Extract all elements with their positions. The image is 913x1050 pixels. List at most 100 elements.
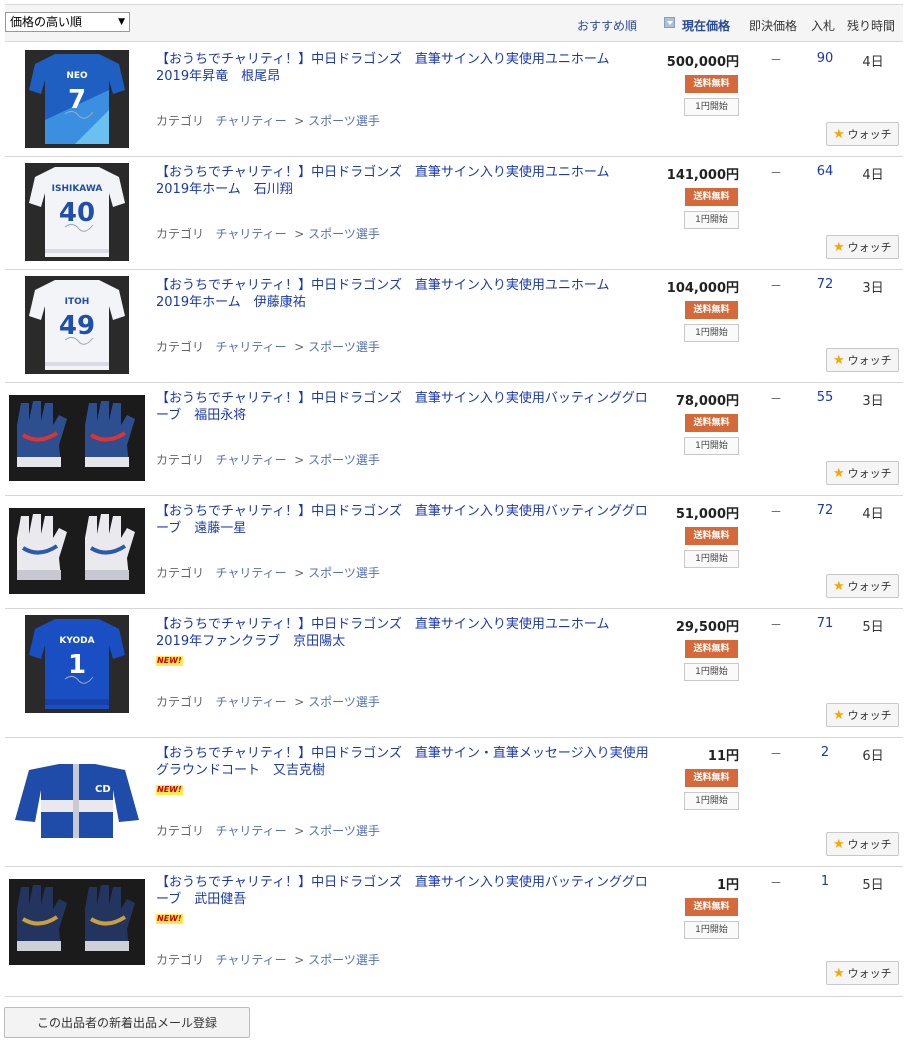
col-bids[interactable]: 入札 xyxy=(811,17,835,34)
category-link-sports[interactable]: スポーツ選手 xyxy=(308,953,380,967)
category-link-charity[interactable]: チャリティー xyxy=(215,453,286,467)
free-shipping-badge: 送料無料 xyxy=(685,898,738,916)
listing-row: ISHIKAWA 40 【おうちでチャリティ！】中日ドラゴンズ 直筆サイン入り実… xyxy=(5,157,903,270)
bid-count-link[interactable]: 90 xyxy=(805,51,845,66)
category-link-sports[interactable]: スポーツ選手 xyxy=(308,227,380,241)
category-link-sports[interactable]: スポーツ選手 xyxy=(308,695,380,709)
current-price: 78,000円 xyxy=(675,394,739,409)
listing-row: 【おうちでチャリティ！】中日ドラゴンズ 直筆サイン入り実使用バッティンググローブ… xyxy=(5,867,903,997)
seller-subscribe-button[interactable]: この出品者の新着出品メール登録 xyxy=(4,1007,250,1038)
watch-button[interactable]: ★ ウォッチ xyxy=(826,574,899,598)
jersey-name: KYODA xyxy=(59,636,94,646)
start-price-badge: 1円開始 xyxy=(684,211,739,229)
category-link-sports[interactable]: スポーツ選手 xyxy=(308,566,380,580)
listing-category: カテゴリ チャリティー > スポーツ選手 xyxy=(156,824,380,838)
listing-thumbnail[interactable]: CD xyxy=(5,738,145,866)
watch-button[interactable]: ★ ウォッチ xyxy=(826,461,899,485)
listing-thumbnail[interactable] xyxy=(5,867,145,996)
bid-count-link[interactable]: 2 xyxy=(805,745,845,760)
category-link-charity[interactable]: チャリティー xyxy=(215,695,286,709)
bid-count-link[interactable]: 72 xyxy=(805,277,845,292)
buyout-price: － xyxy=(770,618,783,632)
bid-count-link[interactable]: 64 xyxy=(805,164,845,179)
listing-title-link[interactable]: 【おうちでチャリティ！】中日ドラゴンズ 直筆サイン入り実使用ユニホーム 2019… xyxy=(156,51,651,85)
sort-recommended-link[interactable]: おすすめ順 xyxy=(577,17,637,34)
listing-category: カテゴリ チャリティー > スポーツ選手 xyxy=(156,953,380,967)
listing-row: CD 【おうちでチャリティ！】中日ドラゴンズ 直筆サイン・直筆メッセージ入り実使… xyxy=(5,738,903,867)
listing-category: カテゴリ チャリティー > スポーツ選手 xyxy=(156,453,380,467)
start-price-badge: 1円開始 xyxy=(684,663,739,681)
current-price: 104,000円 xyxy=(666,281,739,296)
free-shipping-badge: 送料無料 xyxy=(685,640,738,658)
listing-thumbnail[interactable]: ITOH 49 xyxy=(5,270,145,382)
listing-title-link[interactable]: 【おうちでチャリティ！】中日ドラゴンズ 直筆サイン入り実使用バッティンググローブ… xyxy=(156,390,651,424)
category-label: カテゴリ xyxy=(156,566,205,580)
star-icon: ★ xyxy=(833,837,845,852)
watch-button[interactable]: ★ ウォッチ xyxy=(826,961,899,985)
bid-count-link[interactable]: 55 xyxy=(805,390,845,405)
star-icon: ★ xyxy=(833,240,845,255)
watch-label: ウォッチ xyxy=(847,128,892,141)
sort-select[interactable]: 価格の高い順 ▼ xyxy=(5,12,130,32)
category-link-charity[interactable]: チャリティー xyxy=(215,566,286,580)
jersey-name: ISHIKAWA xyxy=(52,184,103,194)
buyout-price: － xyxy=(770,876,783,890)
star-icon: ★ xyxy=(833,127,845,142)
category-link-charity[interactable]: チャリティー xyxy=(215,953,286,967)
listing-title-link[interactable]: 【おうちでチャリティ！】中日ドラゴンズ 直筆サイン入り実使用バッティンググローブ… xyxy=(156,503,651,537)
star-icon: ★ xyxy=(833,708,845,723)
listing-title-link[interactable]: 【おうちでチャリティ！】中日ドラゴンズ 直筆サイン入り実使用ユニホーム 2019… xyxy=(156,616,651,650)
category-link-charity[interactable]: チャリティー xyxy=(215,340,286,354)
watch-button[interactable]: ★ ウォッチ xyxy=(826,122,899,146)
listing-thumbnail[interactable]: KYODA 1 xyxy=(5,609,145,737)
time-left: 3日 xyxy=(862,281,884,296)
start-price-badge: 1円開始 xyxy=(684,324,739,342)
free-shipping-badge: 送料無料 xyxy=(685,527,738,545)
sort-indicator-icon xyxy=(664,17,675,28)
category-link-sports[interactable]: スポーツ選手 xyxy=(308,340,380,354)
category-link-charity[interactable]: チャリティー xyxy=(215,227,286,241)
buyout-price: － xyxy=(770,166,783,180)
listing-title-link[interactable]: 【おうちでチャリティ！】中日ドラゴンズ 直筆サイン・直筆メッセージ入り実使用グラ… xyxy=(156,745,651,779)
listing-title-link[interactable]: 【おうちでチャリティ！】中日ドラゴンズ 直筆サイン入り実使用ユニホーム 2019… xyxy=(156,164,651,198)
watch-button[interactable]: ★ ウォッチ xyxy=(826,703,899,727)
listing-title-link[interactable]: 【おうちでチャリティ！】中日ドラゴンズ 直筆サイン入り実使用バッティンググローブ… xyxy=(156,874,651,908)
coat-logo: CD xyxy=(95,784,111,795)
watch-button[interactable]: ★ ウォッチ xyxy=(826,832,899,856)
bid-count-link[interactable]: 1 xyxy=(805,874,845,889)
watch-label: ウォッチ xyxy=(847,467,892,480)
current-price: 500,000円 xyxy=(666,55,739,70)
listing-thumbnail[interactable] xyxy=(5,496,145,608)
category-link-charity[interactable]: チャリティー xyxy=(215,824,286,838)
listing-thumbnail[interactable] xyxy=(5,383,145,495)
listing-thumbnail[interactable]: NEO 7 xyxy=(5,44,145,156)
col-time-left[interactable]: 残り時間 xyxy=(847,17,895,34)
bid-count-link[interactable]: 72 xyxy=(805,503,845,518)
sort-current-price[interactable]: 現在価格 xyxy=(682,17,730,34)
listing-category: カテゴリ チャリティー > スポーツ選手 xyxy=(156,114,380,128)
category-link-sports[interactable]: スポーツ選手 xyxy=(308,453,380,467)
new-badge: NEW! xyxy=(156,914,183,924)
results-header: 価格の高い順 ▼ おすすめ順 現在価格 即決価格 入札 残り時間 xyxy=(5,4,903,42)
listing-category: カテゴリ チャリティー > スポーツ選手 xyxy=(156,340,380,354)
listing-title-link[interactable]: 【おうちでチャリティ！】中日ドラゴンズ 直筆サイン入り実使用ユニホーム 2019… xyxy=(156,277,651,311)
category-link-charity[interactable]: チャリティー xyxy=(215,114,286,128)
bid-count-link[interactable]: 71 xyxy=(805,616,845,631)
watch-button[interactable]: ★ ウォッチ xyxy=(826,348,899,372)
dropdown-arrow-icon: ▼ xyxy=(118,17,125,27)
free-shipping-badge: 送料無料 xyxy=(685,188,738,206)
category-label: カテゴリ xyxy=(156,695,205,709)
current-price: 51,000円 xyxy=(675,507,739,522)
listing-row: KYODA 1 【おうちでチャリティ！】中日ドラゴンズ 直筆サイン入り実使用ユニ… xyxy=(5,609,903,738)
category-label: カテゴリ xyxy=(156,227,205,241)
watch-label: ウォッチ xyxy=(847,709,892,722)
listing-thumbnail[interactable]: ISHIKAWA 40 xyxy=(5,157,145,269)
listing-row: 【おうちでチャリティ！】中日ドラゴンズ 直筆サイン入り実使用バッティンググローブ… xyxy=(5,496,903,609)
category-link-sports[interactable]: スポーツ選手 xyxy=(308,114,380,128)
col-buyout-price[interactable]: 即決価格 xyxy=(749,17,797,34)
category-link-sports[interactable]: スポーツ選手 xyxy=(308,824,380,838)
watch-button[interactable]: ★ ウォッチ xyxy=(826,235,899,259)
start-price-badge: 1円開始 xyxy=(684,98,739,116)
sort-selected-label: 価格の高い順 xyxy=(10,15,83,29)
start-price-badge: 1円開始 xyxy=(684,437,739,455)
